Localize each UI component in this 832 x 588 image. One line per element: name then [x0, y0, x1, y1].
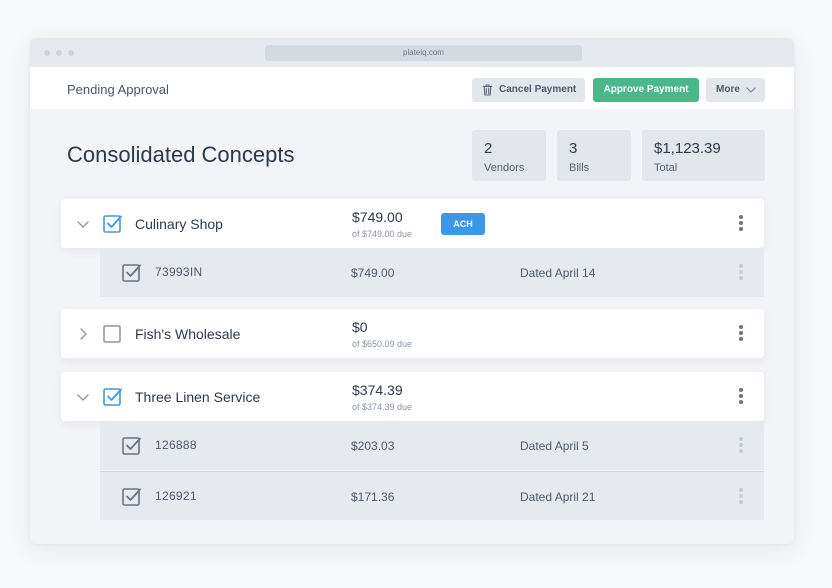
vendor-row-three-linen-service[interactable]: Three Linen Service $374.39 of $374.39 d… [61, 372, 764, 421]
vendor-amount: $749.00 [352, 209, 403, 225]
vendor-amount-due: of $749.00 due [352, 229, 413, 239]
vendor-name: Fish's Wholesale [135, 326, 241, 342]
bill-amount: $749.00 [351, 266, 395, 280]
vendor-row-fishs-wholesale[interactable]: Fish's Wholesale $0 of $650.09 due [61, 309, 764, 358]
cancel-payment-button[interactable]: Cancel Payment [472, 78, 585, 102]
payment-method-badge: ACH [441, 213, 485, 235]
bill-row[interactable]: 126888 $203.03 Dated April 5 [100, 421, 764, 470]
bill-date: Dated April 14 [520, 266, 596, 280]
approve-payment-button[interactable]: Approve Payment [593, 78, 699, 102]
page-header: Pending Approval Cancel Payment Approve … [30, 67, 794, 109]
vendor-checkbox-checked[interactable] [103, 387, 123, 407]
stat-total-label: Total [654, 162, 678, 174]
stat-total-value: $1,123.39 [654, 140, 721, 157]
vendor-row-culinary-shop[interactable]: Culinary Shop $749.00 of $749.00 due ACH [61, 199, 764, 248]
chevron-down-icon[interactable] [76, 217, 90, 231]
cancel-payment-label: Cancel Payment [499, 84, 577, 95]
bill-amount: $171.36 [351, 490, 395, 504]
bill-row[interactable]: 73993IN $749.00 Dated April 14 [100, 248, 764, 297]
vendor-amount: $374.39 [352, 382, 403, 398]
stat-bills-label: Bills [569, 162, 590, 174]
more-button[interactable]: More [706, 78, 765, 102]
window-dot-maximize[interactable] [68, 50, 74, 56]
browser-titlebar: plateiq.com [30, 38, 794, 67]
vendor-amount: $0 [352, 319, 368, 335]
bill-amount: $203.03 [351, 439, 395, 453]
bill-row[interactable]: 126921 $171.36 Dated April 21 [100, 471, 764, 520]
more-label: More [716, 84, 740, 95]
stat-bills-value: 3 [569, 140, 578, 157]
vendor-checkbox-checked[interactable] [103, 214, 123, 234]
bill-checkbox-checked[interactable] [122, 487, 142, 507]
chevron-down-icon [746, 87, 756, 93]
vendor-name: Culinary Shop [135, 216, 223, 232]
url-bar[interactable]: plateiq.com [265, 45, 582, 61]
bill-number: 126921 [155, 489, 197, 503]
window-dot-minimize[interactable] [56, 50, 62, 56]
stat-vendors-value: 2 [484, 140, 493, 157]
bill-checkbox-checked[interactable] [122, 263, 142, 283]
kebab-menu-icon[interactable] [738, 388, 744, 406]
stat-bills: 3 Bills [557, 130, 631, 181]
kebab-menu-icon[interactable] [738, 488, 744, 506]
bill-date: Dated April 5 [520, 439, 589, 453]
window-dot-close[interactable] [44, 50, 50, 56]
header-title: Pending Approval [67, 82, 169, 97]
bill-number: 126888 [155, 438, 197, 452]
kebab-menu-icon[interactable] [738, 325, 744, 343]
page-title: Consolidated Concepts [67, 142, 295, 167]
kebab-menu-icon[interactable] [738, 437, 744, 455]
vendor-amount-due: of $374.39 due [352, 402, 413, 412]
bill-number: 73993IN [155, 265, 203, 279]
chevron-down-icon[interactable] [76, 390, 90, 404]
stat-total: $1,123.39 Total [642, 130, 765, 181]
trash-icon [482, 84, 493, 96]
kebab-menu-icon[interactable] [738, 215, 744, 233]
vendor-checkbox-unchecked[interactable] [103, 324, 123, 344]
kebab-menu-icon[interactable] [738, 264, 744, 282]
vendor-amount-due: of $650.09 due [352, 339, 413, 349]
bill-checkbox-checked[interactable] [122, 436, 142, 456]
bill-date: Dated April 21 [520, 490, 596, 504]
stat-vendors-label: Vendors [484, 162, 525, 174]
browser-window: plateiq.com Pending Approval Cancel Paym… [30, 38, 794, 544]
vendor-name: Three Linen Service [135, 389, 261, 405]
chevron-right-icon[interactable] [76, 327, 90, 341]
stat-vendors: 2 Vendors [472, 130, 546, 181]
